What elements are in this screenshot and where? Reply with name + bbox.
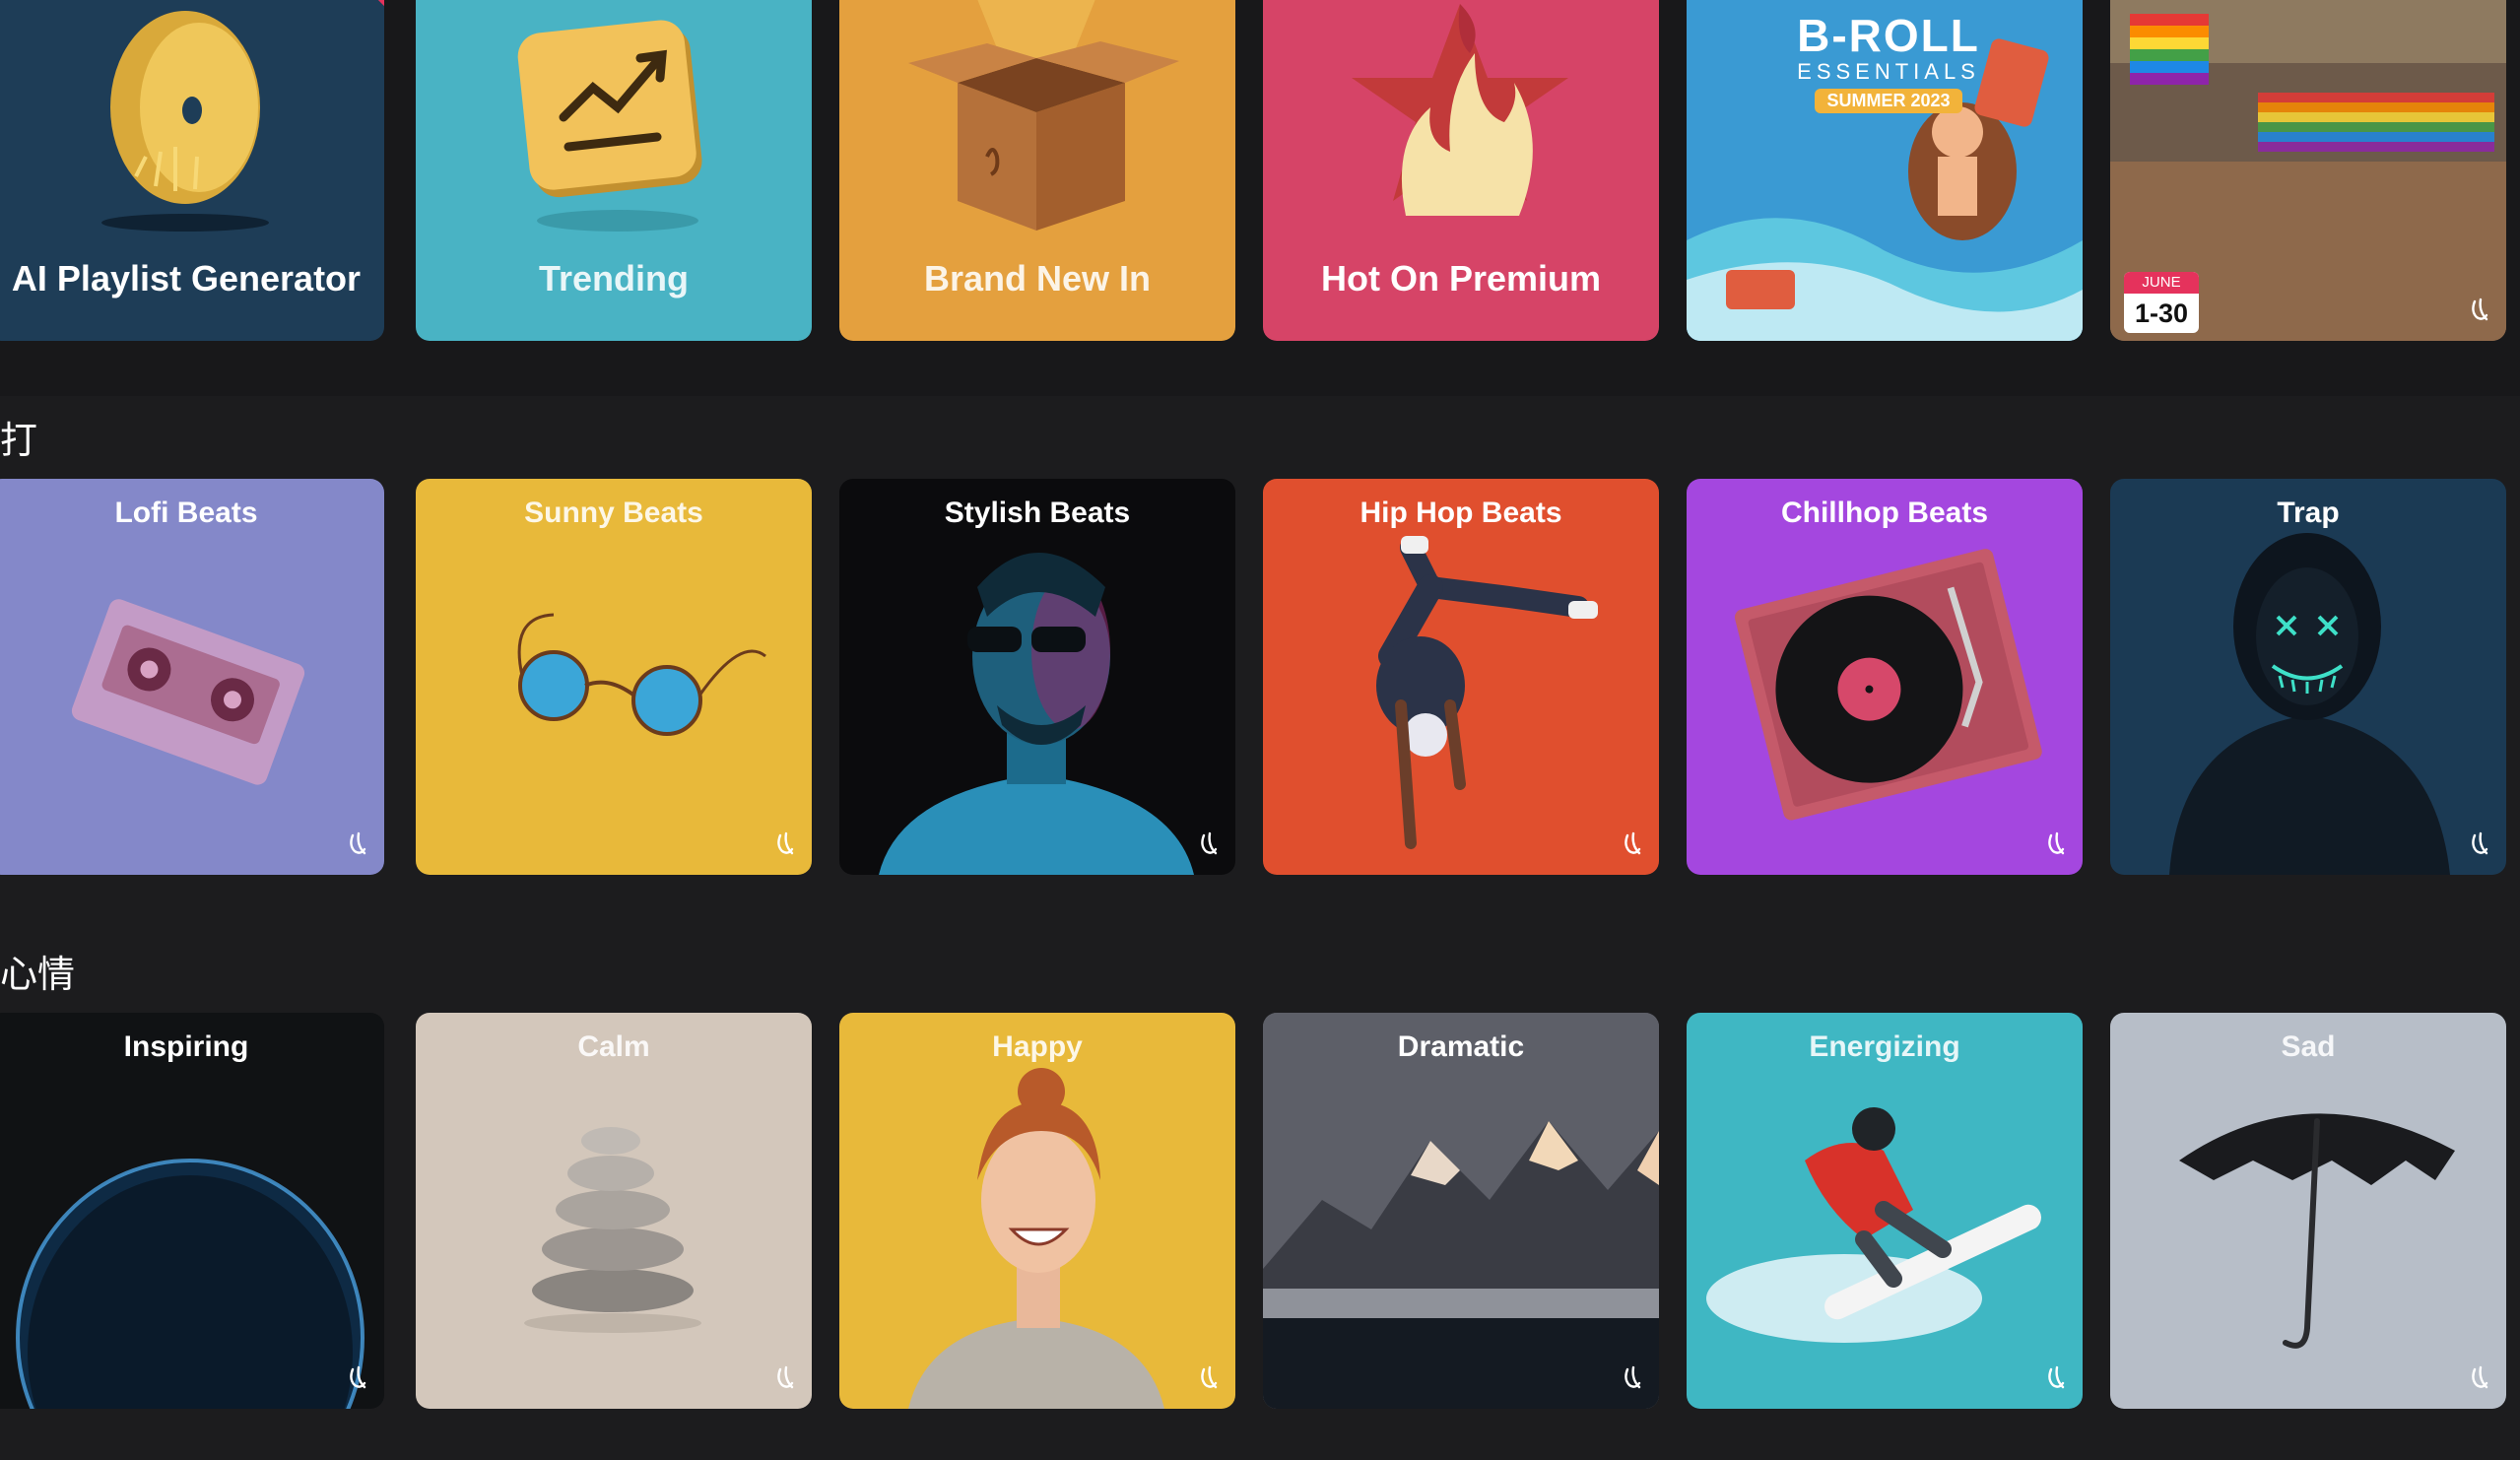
tile-trap[interactable]: Trap xyxy=(2110,479,2506,875)
tile-hot-on-premium[interactable]: Hot On Premium xyxy=(1263,0,1659,341)
tile-title: Sunny Beats xyxy=(524,497,703,529)
tile-title: Hot On Premium xyxy=(1320,258,1602,299)
brand-logo-icon xyxy=(350,1365,366,1389)
tile-energizing[interactable]: Energizing xyxy=(1687,1013,2083,1409)
brand-logo-icon xyxy=(1201,831,1218,855)
tile-title: Inspiring xyxy=(123,1030,249,1063)
tile-title: Calm xyxy=(577,1030,650,1063)
sunglasses-icon xyxy=(517,613,766,736)
tile-title: Trending xyxy=(539,258,689,299)
mountains-photo xyxy=(1263,1013,1659,1409)
genres-row: Lofi Beats Sunny Beats Stylish Beats Hip… xyxy=(0,479,2520,875)
date-badge: JUNE 1-30 xyxy=(2124,272,2199,333)
tile-title: Sad xyxy=(2281,1030,2336,1063)
date-badge-month: JUNE xyxy=(2124,272,2199,294)
tile-brand-new-in[interactable]: Brand New In xyxy=(839,0,1235,341)
tile-chillhop-beats[interactable]: Chillhop Beats xyxy=(1687,479,2083,875)
tile-inspiring[interactable]: Inspiring xyxy=(0,1013,384,1409)
brand-logo-icon xyxy=(777,831,794,855)
tile-title: Energizing xyxy=(1809,1030,1960,1063)
breakdancer-photo xyxy=(1376,536,1598,849)
tile-dramatic[interactable]: Dramatic xyxy=(1263,1013,1659,1409)
cassette-icon xyxy=(71,599,305,785)
snowboarder-photo xyxy=(1706,1107,2041,1343)
smiling-woman-photo xyxy=(908,1068,1164,1409)
tile-title: Dramatic xyxy=(1397,1030,1525,1063)
section-heading-moods: 心情 xyxy=(0,953,76,996)
stacked-stones-photo xyxy=(524,1127,701,1333)
tile-title: Stylish Beats xyxy=(944,497,1131,529)
tile-title: Happy xyxy=(992,1030,1083,1063)
tile-sad[interactable]: Sad xyxy=(2110,1013,2506,1409)
brand-logo-icon xyxy=(2472,1365,2488,1389)
tile-pride-june[interactable]: JUNE 1-30 xyxy=(2110,0,2506,341)
brand-logo-icon xyxy=(2472,298,2488,321)
music-browse-page: N AI Playlist Generator Trending xyxy=(0,0,2520,1460)
brand-logo-icon xyxy=(2472,831,2488,855)
brand-logo-icon xyxy=(1625,1365,1641,1389)
b-roll-title: B-ROLL xyxy=(1797,10,1980,61)
tile-title: Trap xyxy=(2277,497,2340,529)
date-badge-days: 1-30 xyxy=(2134,299,2189,328)
tile-title: Lofi Beats xyxy=(114,497,258,529)
tile-ai-playlist-generator[interactable]: N AI Playlist Generator xyxy=(0,0,384,341)
turntable-icon xyxy=(1734,549,2042,821)
tile-hip-hop-beats[interactable]: Hip Hop Beats xyxy=(1263,479,1659,875)
b-roll-subtitle: ESSENTIALS xyxy=(1797,59,1980,84)
moods-row: Inspiring Calm Happy Dramatic Energizing… xyxy=(0,1013,2520,1409)
brand-logo-icon xyxy=(1625,831,1641,855)
featured-row: N AI Playlist Generator Trending xyxy=(0,0,2520,341)
tile-stylish-beats[interactable]: Stylish Beats xyxy=(839,479,1235,875)
tile-title: AI Playlist Generator xyxy=(11,258,362,299)
tile-lofi-beats[interactable]: Lofi Beats xyxy=(0,479,384,875)
earth-horizon-photo xyxy=(16,1159,365,1409)
tile-b-roll-essentials[interactable]: B-ROLL ESSENTIALS SUMMER 2023 xyxy=(1687,0,2083,341)
section-heading-genres: 打 xyxy=(0,419,38,462)
tile-happy[interactable]: Happy xyxy=(839,1013,1235,1409)
tile-sunny-beats[interactable]: Sunny Beats xyxy=(416,479,812,875)
umbrella-photo xyxy=(2179,1113,2455,1349)
tile-trending[interactable]: Trending xyxy=(416,0,812,341)
tile-calm[interactable]: Calm xyxy=(416,1013,812,1409)
tile-title: Brand New In xyxy=(923,258,1152,299)
tile-title: Chillhop Beats xyxy=(1780,497,1988,529)
man-portrait-photo xyxy=(879,553,1194,875)
brand-logo-icon xyxy=(777,1365,794,1389)
b-roll-tag: SUMMER 2023 xyxy=(1815,89,1962,113)
tile-title: Hip Hop Beats xyxy=(1359,497,1562,529)
brand-logo-icon xyxy=(2048,831,2065,855)
brand-logo-icon xyxy=(350,831,366,855)
brand-logo-icon xyxy=(1201,1365,1218,1389)
brand-logo-icon xyxy=(2048,1365,2065,1389)
b-roll-title-block: B-ROLL ESSENTIALS SUMMER 2023 xyxy=(1775,12,2002,113)
masked-hoodie-photo xyxy=(2169,533,2450,875)
